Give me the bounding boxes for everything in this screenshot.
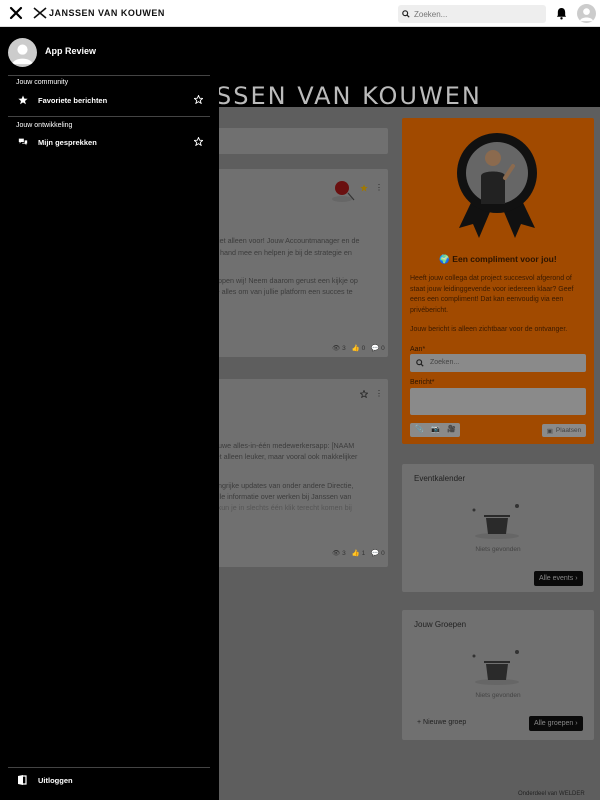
all-groups-button[interactable]: Alle groepen ›	[529, 716, 583, 731]
footer-note[interactable]: Onderdeel van WELDER	[518, 791, 585, 797]
logo-text: JANSSEN VAN KOUWEN	[49, 8, 165, 18]
more-options-icon[interactable]: ⋮	[375, 183, 383, 192]
new-group-button[interactable]: + Nieuwe groep	[417, 719, 466, 726]
section-label-community: Jouw community	[16, 79, 69, 86]
views-count: 👁 3	[332, 345, 346, 352]
search-box[interactable]	[398, 5, 546, 23]
empty-state-illustration-icon	[472, 504, 519, 539]
feed-post[interactable]: ⋮	[200, 379, 388, 567]
create-post-bar[interactable]	[200, 128, 388, 154]
drawer-item-label: Mijn gesprekken	[38, 137, 97, 147]
groups-empty-text: Niets gevonden	[475, 692, 521, 699]
drawer-divider	[8, 116, 210, 117]
user-avatar[interactable]	[577, 4, 596, 23]
avatar-placeholder-icon	[579, 8, 594, 22]
top-bar: JANSSEN VAN KOUWEN	[0, 0, 600, 27]
likes-count[interactable]: 👍 0	[352, 344, 366, 352]
profile-avatar[interactable]	[8, 38, 37, 67]
empty-state-illustration-icon	[472, 650, 519, 685]
star-icon	[18, 95, 28, 105]
logout-label: Uitloggen	[38, 776, 73, 785]
recipient-placeholder: Zoeken...	[430, 359, 460, 366]
post-stats: 👁 3 👍 1 💬 0	[332, 549, 385, 557]
post-text-line: i kun je in slechts één klik terecht kom…	[214, 503, 352, 512]
drawer-item-label: Favoriete berichten	[38, 95, 108, 105]
search-icon	[402, 10, 410, 18]
post-text-line: niet alleen voor! Jouw Accountmanager en…	[214, 236, 360, 245]
comments-count[interactable]: 💬 0	[371, 549, 385, 557]
chevron-right-icon: ›	[575, 575, 578, 582]
favorite-star-icon[interactable]	[360, 184, 368, 192]
groups-title: Jouw Groepen	[414, 620, 467, 629]
pin-star-icon[interactable]	[194, 95, 203, 104]
post-text-line: angrijke updates van onder andere Direct…	[214, 481, 354, 490]
door-exit-icon	[18, 775, 27, 785]
compliment-widget: 🌍 Een compliment voor jou! Heeft jouw co…	[402, 118, 594, 444]
to-label: Aan*	[410, 346, 426, 353]
post-text-line: euwe alles-in-één medewerkersapp: [NAAM	[214, 441, 355, 450]
chevron-right-icon: ›	[575, 720, 578, 727]
post-text-line: eppen wij! Neem daarom gerust een kijkje…	[214, 276, 358, 285]
message-label: Bericht*	[410, 379, 435, 386]
all-groups-label: Alle groepen	[534, 720, 574, 727]
brand-logo[interactable]: JANSSEN VAN KOUWEN	[33, 7, 165, 19]
events-title: Eventkalender	[414, 474, 466, 483]
avatar-placeholder-icon	[12, 44, 33, 65]
close-icon[interactable]	[9, 6, 23, 20]
post-text-line: e hand mee en helpen je bij de strategie…	[214, 248, 352, 257]
search-input[interactable]	[414, 9, 534, 19]
logo-mark-icon	[33, 7, 47, 19]
message-textarea[interactable]	[410, 388, 586, 415]
views-count: 👁 3	[332, 550, 346, 557]
favorite-star-icon[interactable]	[360, 390, 368, 398]
award-badge-illustration-icon	[457, 133, 537, 238]
hero-title: SSEN VAN KOUWEN	[216, 82, 482, 110]
drawer-item-favorite-posts[interactable]: Favoriete berichten	[8, 92, 210, 108]
likes-count[interactable]: 👍 1	[352, 549, 366, 557]
feed-post[interactable]: ⋮	[200, 169, 388, 357]
recipient-input[interactable]: Zoeken...	[410, 354, 586, 372]
post-text-line: je alles om van jullie platform een succ…	[214, 287, 353, 296]
post-button[interactable]: ▣ Plaatsen	[542, 424, 586, 437]
bell-icon[interactable]	[556, 7, 567, 20]
plus-icon: +	[417, 719, 422, 726]
side-drawer: App Review Jouw community Favoriete beri…	[0, 27, 219, 800]
new-group-label: Nieuwe groep	[423, 719, 467, 726]
groups-widget: Jouw Groepen Niets gevonden + Nieuwe gro…	[402, 610, 594, 740]
compliment-title-text: Een compliment voor jou!	[452, 254, 557, 264]
drawer-item-my-conversations[interactable]: Mijn gesprekken	[8, 134, 210, 150]
save-icon: ▣	[546, 427, 553, 435]
search-icon	[416, 359, 424, 367]
event-calendar-widget: Eventkalender Niets gevonden Alle events…	[402, 464, 594, 592]
comments-count[interactable]: 💬 0	[371, 344, 385, 352]
pin-star-icon[interactable]	[194, 137, 203, 146]
all-events-label: Alle events	[539, 575, 574, 582]
camera-icon[interactable]: 📷	[431, 425, 440, 433]
all-events-button[interactable]: Alle events ›	[534, 571, 583, 586]
logout-button[interactable]: Uitloggen	[8, 773, 210, 789]
post-stats: 👁 3 👍 0 💬 0	[332, 344, 385, 352]
chat-icon	[18, 138, 28, 146]
drawer-divider	[8, 75, 210, 76]
profile-name[interactable]: App Review	[45, 46, 96, 56]
post-text-line: alle informatie over werken bij Janssen …	[214, 492, 352, 501]
drawer-divider	[8, 767, 210, 768]
attachment-toolbar: 📎 📷 🎥	[410, 423, 460, 437]
section-label-development: Jouw ontwikkeling	[16, 122, 73, 129]
post-text-line: iet alleen leuker, maar vooral ook makke…	[214, 452, 358, 461]
pin-illustration-icon	[332, 181, 355, 202]
more-options-icon[interactable]: ⋮	[375, 389, 383, 398]
globe-icon: 🌍	[439, 254, 450, 264]
events-empty-text: Niets gevonden	[475, 546, 521, 553]
paperclip-icon[interactable]: 📎	[415, 425, 424, 433]
video-icon[interactable]: 🎥	[447, 425, 456, 433]
post-button-label: Plaatsen	[555, 427, 582, 434]
compliment-title: 🌍 Een compliment voor jou!	[402, 254, 594, 265]
compliment-description: Heeft jouw collega dat project succesvol…	[410, 275, 574, 314]
visibility-note: Jouw bericht is alleen zichtbaar voor de…	[410, 326, 568, 333]
